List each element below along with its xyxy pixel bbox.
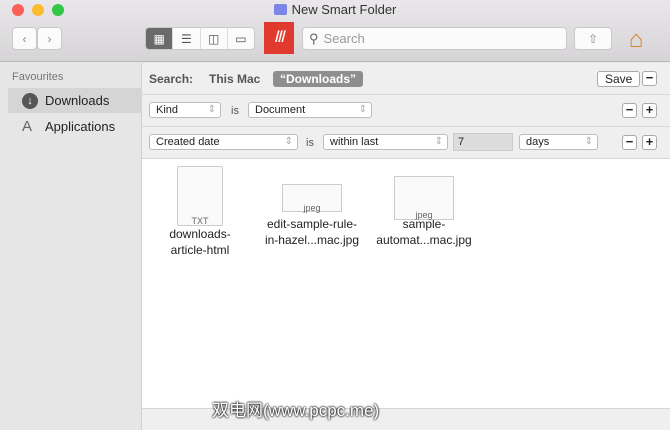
- search-icon: ⚲: [309, 30, 319, 46]
- search-label: Search:: [149, 71, 194, 86]
- main-content: Search: This Mac “Downloads” Save − Kind…: [142, 63, 670, 430]
- share-button[interactable]: ⇧: [574, 27, 612, 50]
- add-rule-button[interactable]: +: [642, 103, 657, 118]
- applications-icon: A: [22, 118, 33, 135]
- search-placeholder: Search: [323, 31, 365, 46]
- search-scope-bar: Search: This Mac “Downloads” Save −: [142, 63, 670, 95]
- file-item[interactable]: jpeg sample- automat...mac.jpg: [369, 168, 479, 248]
- text-document-icon: TXT: [177, 166, 223, 226]
- back-button[interactable]: ‹: [12, 27, 37, 50]
- icon-view-button[interactable]: ▦: [146, 28, 174, 49]
- watermark: 双电网(www.pcpc.me): [212, 401, 380, 420]
- rule-attribute-select[interactable]: Created date: [149, 134, 298, 150]
- save-button[interactable]: Save: [597, 70, 641, 87]
- column-view-button[interactable]: ◫: [201, 28, 228, 49]
- sidebar: Favourites ↓ Downloads A Applications: [0, 63, 142, 430]
- smart-folder-icon: [273, 4, 287, 15]
- list-view-button[interactable]: ☰: [173, 28, 201, 49]
- file-name: automat...mac.jpg: [376, 233, 472, 247]
- jpeg-thumbnail-icon: jpeg: [282, 184, 342, 213]
- rule-row-created-date: Created date is within last 7 days − +: [142, 127, 670, 159]
- home-icon[interactable]: ⌂: [622, 26, 650, 54]
- sidebar-item-label: Downloads: [45, 93, 110, 108]
- add-rule-button[interactable]: +: [642, 135, 657, 150]
- rule-unit-select[interactable]: days: [519, 134, 598, 150]
- scope-downloads[interactable]: “Downloads”: [273, 70, 364, 87]
- remove-search-button[interactable]: −: [642, 71, 657, 86]
- rule-value-select[interactable]: Document: [248, 102, 372, 118]
- rule-operator: is: [231, 104, 239, 117]
- download-icon: ↓: [22, 92, 38, 109]
- remove-rule-button[interactable]: −: [622, 103, 637, 118]
- jpeg-thumbnail-icon: jpeg: [394, 176, 454, 220]
- forward-button[interactable]: ›: [37, 27, 62, 50]
- remove-rule-button[interactable]: −: [622, 135, 637, 150]
- file-name: article-html: [170, 243, 230, 257]
- file-item[interactable]: jpeg edit-sample-rule- in-hazel...mac.jp…: [257, 168, 367, 248]
- rule-value-select[interactable]: within last: [323, 134, 448, 150]
- file-badge: jpeg: [303, 203, 321, 213]
- sidebar-heading: Favourites: [12, 71, 64, 83]
- window-title-text: New Smart Folder: [291, 2, 397, 17]
- file-item[interactable]: TXT downloads- article-html: [145, 166, 255, 258]
- window-title: New Smart Folder: [0, 2, 670, 17]
- search-field[interactable]: ⚲ Search: [302, 27, 567, 50]
- view-mode-switcher: ▦ ☰ ◫ ▭: [145, 27, 255, 50]
- rule-row-kind: Kind is Document − +: [142, 95, 670, 127]
- rule-amount-input[interactable]: 7: [453, 133, 513, 151]
- file-badge: TXT: [191, 216, 209, 226]
- file-badge: jpeg: [415, 210, 433, 220]
- rule-operator: is: [306, 136, 314, 149]
- sidebar-item-downloads[interactable]: ↓ Downloads: [8, 88, 142, 113]
- rule-attribute-select[interactable]: Kind: [149, 102, 221, 118]
- sidebar-item-label: Applications: [45, 119, 116, 134]
- file-name: edit-sample-rule-: [266, 217, 358, 231]
- file-name: in-hazel...mac.jpg: [264, 233, 360, 247]
- app-extension-icon[interactable]: Ⅲ: [264, 22, 294, 54]
- title-bar: New Smart Folder ‹ › ▦ ☰ ◫ ▭ Ⅲ ⚲ Search ⇧…: [0, 0, 670, 62]
- scope-this-mac[interactable]: This Mac: [209, 72, 260, 86]
- gallery-view-button[interactable]: ▭: [228, 28, 254, 49]
- sidebar-item-applications[interactable]: A Applications: [8, 114, 142, 139]
